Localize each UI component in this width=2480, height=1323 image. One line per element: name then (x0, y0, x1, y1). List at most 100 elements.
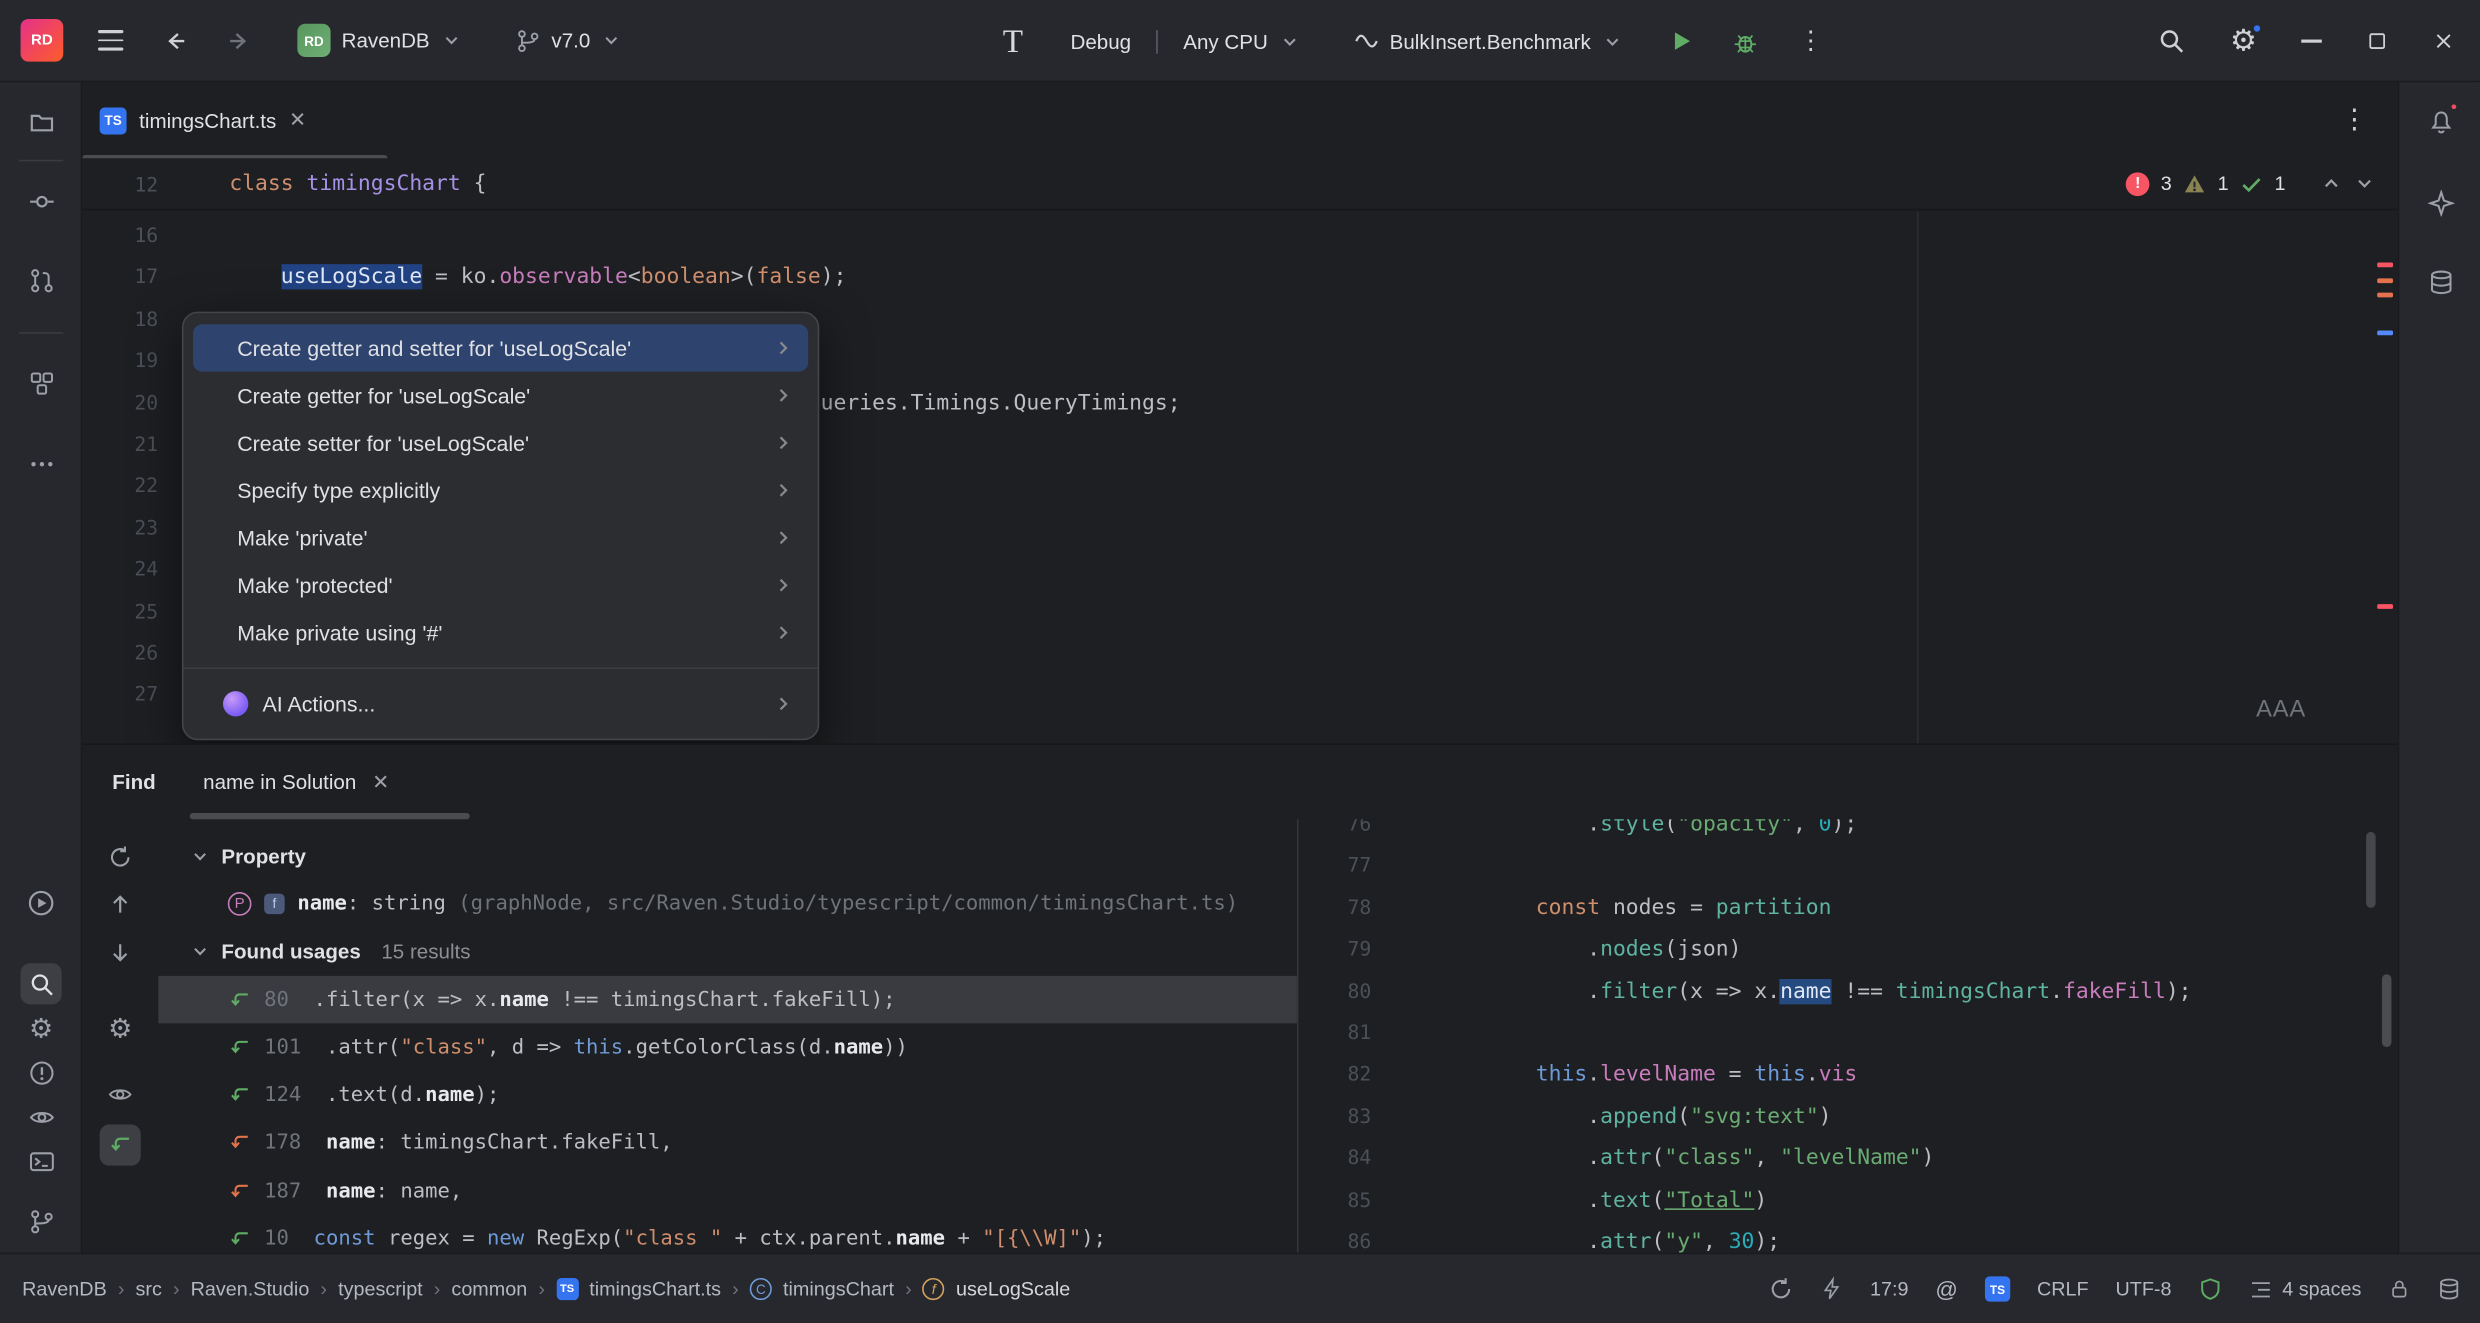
chevron-down-icon (441, 30, 462, 51)
find-group-row[interactable]: Found usages15 results (158, 928, 1297, 976)
popup-item[interactable]: Make 'protected' (193, 561, 808, 608)
notifications-button[interactable] (2420, 101, 2461, 142)
find-usage-row[interactable]: 101 .attr("class", d => this.getColorCla… (158, 1024, 1297, 1072)
breadcrumb-item[interactable]: timingsChart (783, 1278, 894, 1300)
indent-indicator[interactable]: 4 spaces (2249, 1277, 2361, 1301)
popup-item[interactable]: Make private using '#' (193, 609, 808, 656)
breadcrumb-item[interactable]: timingsChart.ts (589, 1278, 721, 1300)
popup-item[interactable]: Make 'private' (193, 514, 808, 561)
previous-occurrence-button[interactable] (100, 884, 141, 925)
breadcrumb-item[interactable]: Raven.Studio (191, 1278, 310, 1300)
popup-item-label: Make private using '#' (237, 621, 773, 645)
toolbox-icon: T (996, 21, 1029, 61)
structure-icon (28, 369, 55, 396)
breadcrumb-separator: › (173, 1278, 180, 1300)
find-usage-row[interactable]: 80 .filter(x => x.name !== timingsChart.… (158, 976, 1297, 1024)
pull-requests-button[interactable] (21, 259, 62, 300)
popup-item[interactable]: Create getter and setter for 'useLogScal… (193, 324, 808, 371)
next-issue-icon[interactable] (2353, 172, 2375, 194)
caret-position[interactable]: 17:9 (1870, 1278, 1909, 1300)
lock-icon[interactable] (2388, 1276, 2410, 1301)
main-menu-button[interactable] (92, 24, 130, 56)
minimize-button[interactable] (2301, 40, 2322, 43)
find-property-row[interactable]: Pfname: string (graphNode, src/Raven.Stu… (158, 880, 1297, 928)
popup-item-ai-actions[interactable]: AI Actions... (193, 680, 808, 727)
run-button[interactable] (1664, 24, 1699, 59)
breadcrumb-item[interactable]: common (451, 1278, 527, 1300)
services-settings-button[interactable]: ⚙ (21, 1007, 62, 1048)
solution-configuration-selector[interactable]: Debug Any CPU (1058, 21, 1312, 61)
database-icon[interactable] (2437, 1276, 2461, 1301)
run-configuration-selector[interactable]: BulkInsert.Benchmark (1341, 21, 1635, 62)
find-usage-row[interactable]: 187 name: name, (158, 1167, 1297, 1215)
ai-assistant-button[interactable] (2420, 182, 2461, 223)
code-editor[interactable]: 12 class timingsChart { ! 3 1 1 1617 use… (82, 158, 2398, 743)
find-usage-row[interactable]: 10 const regex = new RegExp("class " + c… (158, 1215, 1297, 1252)
find-tab-label: name in Solution (203, 770, 356, 794)
find-tab-close-icon[interactable]: ✕ (372, 769, 389, 794)
popup-item[interactable]: Create setter for 'useLogScale' (193, 419, 808, 466)
power-save-icon[interactable] (1821, 1276, 1843, 1301)
titlebar-run-group: T Debug Any CPU BulkInsert.Benchmark ⋮ (996, 0, 1829, 82)
inspections-widget[interactable]: ! 3 1 1 (2126, 172, 2398, 196)
breadcrumb-item[interactable]: src (136, 1278, 162, 1300)
line-code: useLogScale = ko.observable<boolean>(fal… (158, 257, 846, 299)
popup-item[interactable]: Create getter for 'useLogScale' (193, 372, 808, 419)
project-selector[interactable]: RD RavenDB (285, 16, 474, 65)
back-button[interactable] (158, 23, 193, 58)
maximize-button[interactable] (2366, 30, 2388, 52)
rerun-search-button[interactable] (100, 837, 141, 878)
encoding-indicator[interactable]: UTF-8 (2116, 1278, 2172, 1300)
run-config-name: BulkInsert.Benchmark (1390, 29, 1591, 53)
preview-toggle-button[interactable] (100, 1074, 141, 1115)
problems-tool-button[interactable] (21, 1052, 62, 1093)
solution-explorer-button[interactable] (21, 101, 62, 142)
tab-options-button[interactable]: ⋮ (2341, 104, 2369, 136)
commit-tool-button[interactable] (21, 180, 62, 221)
breadcrumb-item[interactable]: RavenDB (22, 1278, 107, 1300)
find-usage-row[interactable]: 124 .text(d.name); (158, 1072, 1297, 1120)
find-settings-button[interactable]: ⚙ (100, 1007, 141, 1048)
line-separator-indicator[interactable]: CRLF (2037, 1278, 2089, 1300)
close-button[interactable] (2433, 30, 2455, 52)
breadcrumb-item[interactable]: typescript (338, 1278, 423, 1300)
platform-label: Any CPU (1183, 29, 1268, 53)
structure-tool-button[interactable] (21, 362, 62, 403)
line-code: .attr("y", 30); (1371, 1221, 1780, 1253)
debug-button[interactable] (1727, 23, 1763, 59)
endpoints-tool-button[interactable] (21, 1096, 62, 1137)
settings-button[interactable]: ⚙ (2230, 26, 2257, 56)
find-tab-name-in-solution[interactable]: name in Solution ✕ (203, 769, 389, 794)
breadcrumb-item[interactable]: useLogScale (956, 1278, 1070, 1300)
find-tool-button[interactable] (21, 963, 62, 1004)
next-occurrence-button[interactable] (100, 932, 141, 973)
tab-close-icon[interactable]: ✕ (289, 108, 306, 133)
line-code: .append("svg:text") (1371, 1096, 1831, 1138)
find-group-row[interactable]: Property (158, 832, 1297, 880)
more-tools-button[interactable] (21, 443, 62, 484)
branch-selector[interactable]: v7.0 (502, 20, 634, 61)
database-tool-button[interactable] (2420, 261, 2461, 302)
prev-issue-icon[interactable] (2320, 172, 2342, 194)
commit-icon (28, 187, 55, 214)
search-everywhere-button[interactable] (2157, 27, 2185, 55)
popup-item[interactable]: Specify type explicitly (193, 467, 808, 514)
terminal-tool-button[interactable] (21, 1140, 62, 1181)
run-circle-icon (27, 889, 55, 917)
annotation-icon[interactable]: @ (1935, 1276, 1957, 1301)
usage-preview-editor[interactable]: 76 .style("opacity", 0);7778 const nodes… (1299, 819, 2398, 1252)
shield-icon[interactable] (2198, 1276, 2222, 1301)
more-run-actions-button[interactable]: ⋮ (1792, 25, 1830, 57)
git-tool-button[interactable] (21, 1200, 62, 1241)
preview-scrollbar[interactable] (2382, 974, 2391, 1047)
line-number: 22 (82, 466, 158, 508)
run-tool-button[interactable] (21, 883, 62, 924)
forward-button[interactable] (221, 23, 256, 58)
jump-to-source-button[interactable] (100, 1125, 141, 1166)
sync-icon[interactable] (1769, 1276, 1794, 1301)
typescript-service-icon[interactable]: TS (1985, 1276, 2010, 1301)
gear-icon: ⚙ (108, 1015, 132, 1042)
tab-timingschart[interactable]: TS timingsChart.ts ✕ (82, 82, 325, 158)
find-usage-row[interactable]: 178 name: timingsChart.fakeFill, (158, 1119, 1297, 1167)
usage-arrow-icon (228, 1132, 252, 1156)
